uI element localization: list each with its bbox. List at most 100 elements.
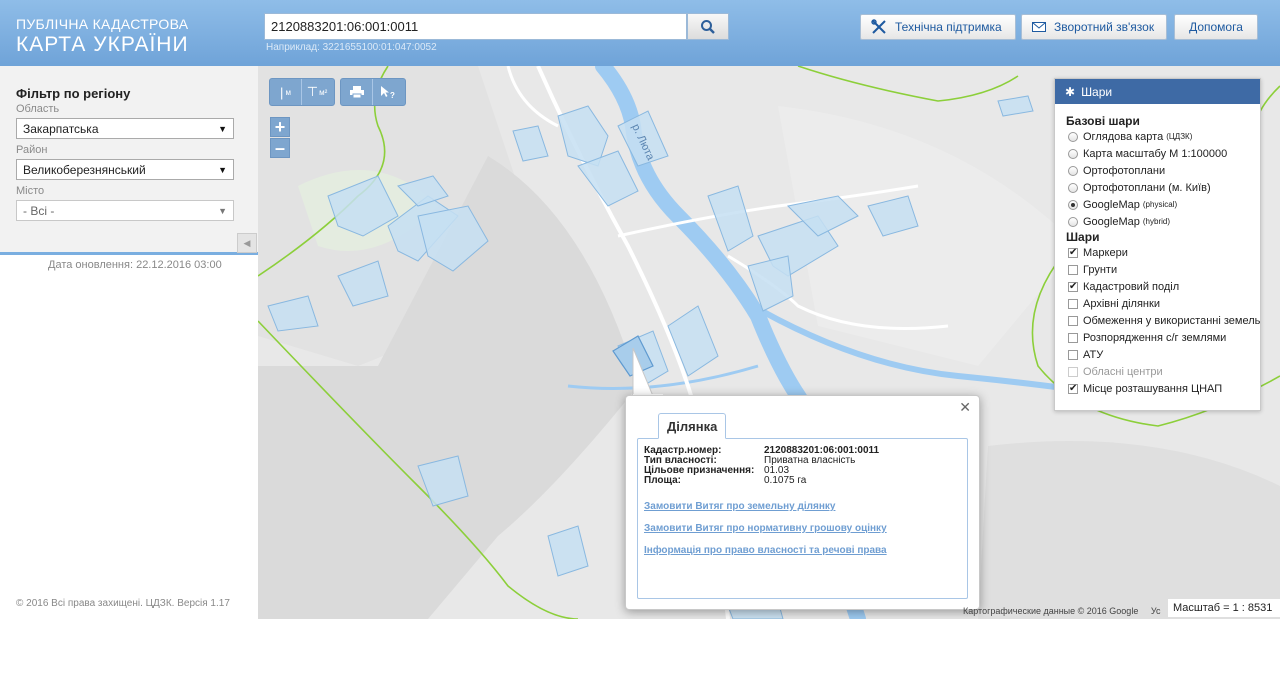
collapse-panel-button[interactable]: ◀ [237,233,257,253]
misto-select[interactable]: - Всі - ▼ [16,200,234,221]
popup-body: Кадастр.номер: 2120883201:06:001:0011 Ти… [637,438,968,599]
base-layer-option[interactable]: Ортофотоплани (м. Київ) [1068,179,1260,196]
checkbox-icon[interactable] [1068,366,1078,377]
layer-sup: (physical) [1142,200,1178,209]
overlay-layer-option[interactable]: ✔ Місце розташування ЦНАП [1068,380,1260,397]
layer-label: АТУ [1083,348,1104,361]
area-icon: ⊤ [306,84,319,99]
dropdown-arrow-icon: ▼ [218,124,227,134]
identify-button[interactable]: ? [372,79,403,105]
cadastre-search-input[interactable] [264,13,687,40]
search-button[interactable] [687,13,729,40]
scale-readout: Масштаб = 1 : 8531 [1168,599,1280,617]
layer-label: Ортофотоплани [1083,164,1166,177]
checkbox-checked-icon[interactable]: ✔ [1068,247,1078,258]
misto-value: - Всі - [23,204,55,218]
header-bar: ПУБЛІЧНА КАДАСТРОВА КАРТА УКРАЇНИ Наприк… [0,0,1280,66]
layer-sup: (ЦДЗК) [1166,132,1193,141]
cursor-question-icon: ? [381,86,395,99]
checkbox-icon[interactable] [1068,315,1078,326]
search-hint: Наприклад: 3221655100:01:047:0052 [266,42,437,53]
distance-unit: м [285,87,291,97]
base-layer-option[interactable]: Карта масштабу М 1:100000 [1068,145,1260,162]
checkbox-icon[interactable] [1068,264,1078,275]
app-root: ПУБЛІЧНА КАДАСТРОВА КАРТА УКРАЇНИ Наприк… [0,0,1280,681]
zoom-in-button[interactable]: + [270,117,290,137]
site-logo[interactable]: ПУБЛІЧНА КАДАСТРОВА КАРТА УКРАЇНИ [16,16,189,57]
help-label: Допомога [1189,20,1243,34]
order-extract-link[interactable]: Замовити Витяг про земельну ділянку [644,501,835,512]
oblast-label: Область [16,103,60,115]
close-icon[interactable]: ✕ [959,399,971,416]
layer-label: Грунти [1083,263,1118,276]
layer-label: Ортофотоплани (м. Київ) [1083,181,1211,194]
row-key: Площа: [644,475,681,486]
layers-panel: ✱ Шари Базові шари Оглядова карта (ЦДЗК) К… [1054,78,1261,411]
search-icon [701,19,715,34]
region-filter-panel: Фільтр по регіону Область Закарпатська ▼… [0,66,258,255]
raion-label: Район [16,144,48,156]
oblast-value: Закарпатська [23,122,99,136]
overlay-layer-option[interactable]: Обмеження у використанні земель [1068,312,1260,329]
filter-title: Фільтр по регіону [16,86,131,101]
checkbox-checked-icon[interactable]: ✔ [1068,281,1078,292]
area-unit: м² [319,87,328,97]
help-button[interactable]: Допомога [1174,14,1258,40]
checkbox-icon[interactable] [1068,349,1078,360]
layer-label: Маркери [1083,246,1128,259]
measure-tools: | м ⊤ м² [269,78,335,106]
logo-line-2: КАРТА УКРАЇНИ [16,33,189,56]
radio-icon[interactable] [1068,131,1078,142]
footer-copyright: © 2016 Всі права захищені. ЦДЗК. Версія … [16,598,230,609]
zoom-out-button[interactable]: – [270,138,290,158]
overlay-layer-option[interactable]: ✔ Кадастровий поділ [1068,278,1260,295]
radio-icon[interactable] [1068,148,1078,159]
base-layer-option[interactable]: GoogleMap (physical) [1068,196,1260,213]
overlay-layer-option[interactable]: Обласні центри [1068,363,1260,380]
raion-select[interactable]: Великоберезнянський ▼ [16,159,234,180]
overlay-layer-option[interactable]: Архівні ділянки [1068,295,1260,312]
popup-tab-parcel[interactable]: Ділянка [658,413,727,439]
tools-icon [871,19,886,34]
base-layer-option[interactable]: Ортофотоплани [1068,162,1260,179]
print-button[interactable] [341,79,372,105]
measure-distance-button[interactable]: | м [270,79,301,105]
overlay-layer-option[interactable]: Розпорядження с/г землями [1068,329,1260,346]
tech-support-button[interactable]: Технічна підтримка [860,14,1016,40]
attribution-terms[interactable]: Ус [1151,606,1161,616]
overlay-layer-option[interactable]: ✔ Маркери [1068,244,1260,261]
base-layers-title: Базові шари [1066,114,1140,128]
ownership-info-link[interactable]: Інформація про право власності та речові… [644,545,887,556]
order-valuation-link[interactable]: Замовити Витяг про нормативну грошову оц… [644,523,887,534]
base-layer-option[interactable]: GoogleMap (hybrid) [1068,213,1260,230]
parcel-info-popup: ✕ Ділянка Кадастр.номер: 2120883201:06:0… [625,395,980,610]
feedback-label: Зворотний зв'язок [1054,20,1155,34]
radio-icon[interactable] [1068,216,1078,227]
popup-row-area: Площа: 0.1075 га [644,476,806,486]
checkbox-icon[interactable] [1068,332,1078,343]
radio-icon[interactable] [1068,165,1078,176]
attribution-text: Картографические данные © 2016 Google [963,606,1139,616]
svg-text:?: ? [390,91,395,99]
radio-icon[interactable] [1068,199,1078,210]
layers-header[interactable]: ✱ Шари [1055,79,1260,104]
radio-icon[interactable] [1068,182,1078,193]
layer-label: Обласні центри [1083,365,1163,378]
base-layer-option[interactable]: Оглядова карта (ЦДЗК) [1068,128,1260,145]
checkbox-checked-icon[interactable]: ✔ [1068,383,1078,394]
printer-icon [349,86,364,98]
layers-title: Шари [1081,84,1113,99]
overlay-layer-option[interactable]: Грунти [1068,261,1260,278]
layer-label: GoogleMap [1083,215,1140,228]
map-view[interactable]: р. Люта | м ⊤ м² ? + – ✱ Шари Базові шар… [258,66,1280,619]
oblast-select[interactable]: Закарпатська ▼ [16,118,234,139]
measure-area-button[interactable]: ⊤ м² [301,79,332,105]
action-tools: ? [340,78,406,106]
overlay-layer-option[interactable]: АТУ [1068,346,1260,363]
search-area: Наприклад: 3221655100:01:047:0052 [264,13,729,53]
layer-label: Обмеження у використанні земель [1083,314,1261,327]
feedback-button[interactable]: Зворотний зв'язок [1021,14,1167,40]
checkbox-icon[interactable] [1068,298,1078,309]
ruler-icon: | [280,84,284,100]
chevron-left-icon: ◀ [243,237,251,248]
